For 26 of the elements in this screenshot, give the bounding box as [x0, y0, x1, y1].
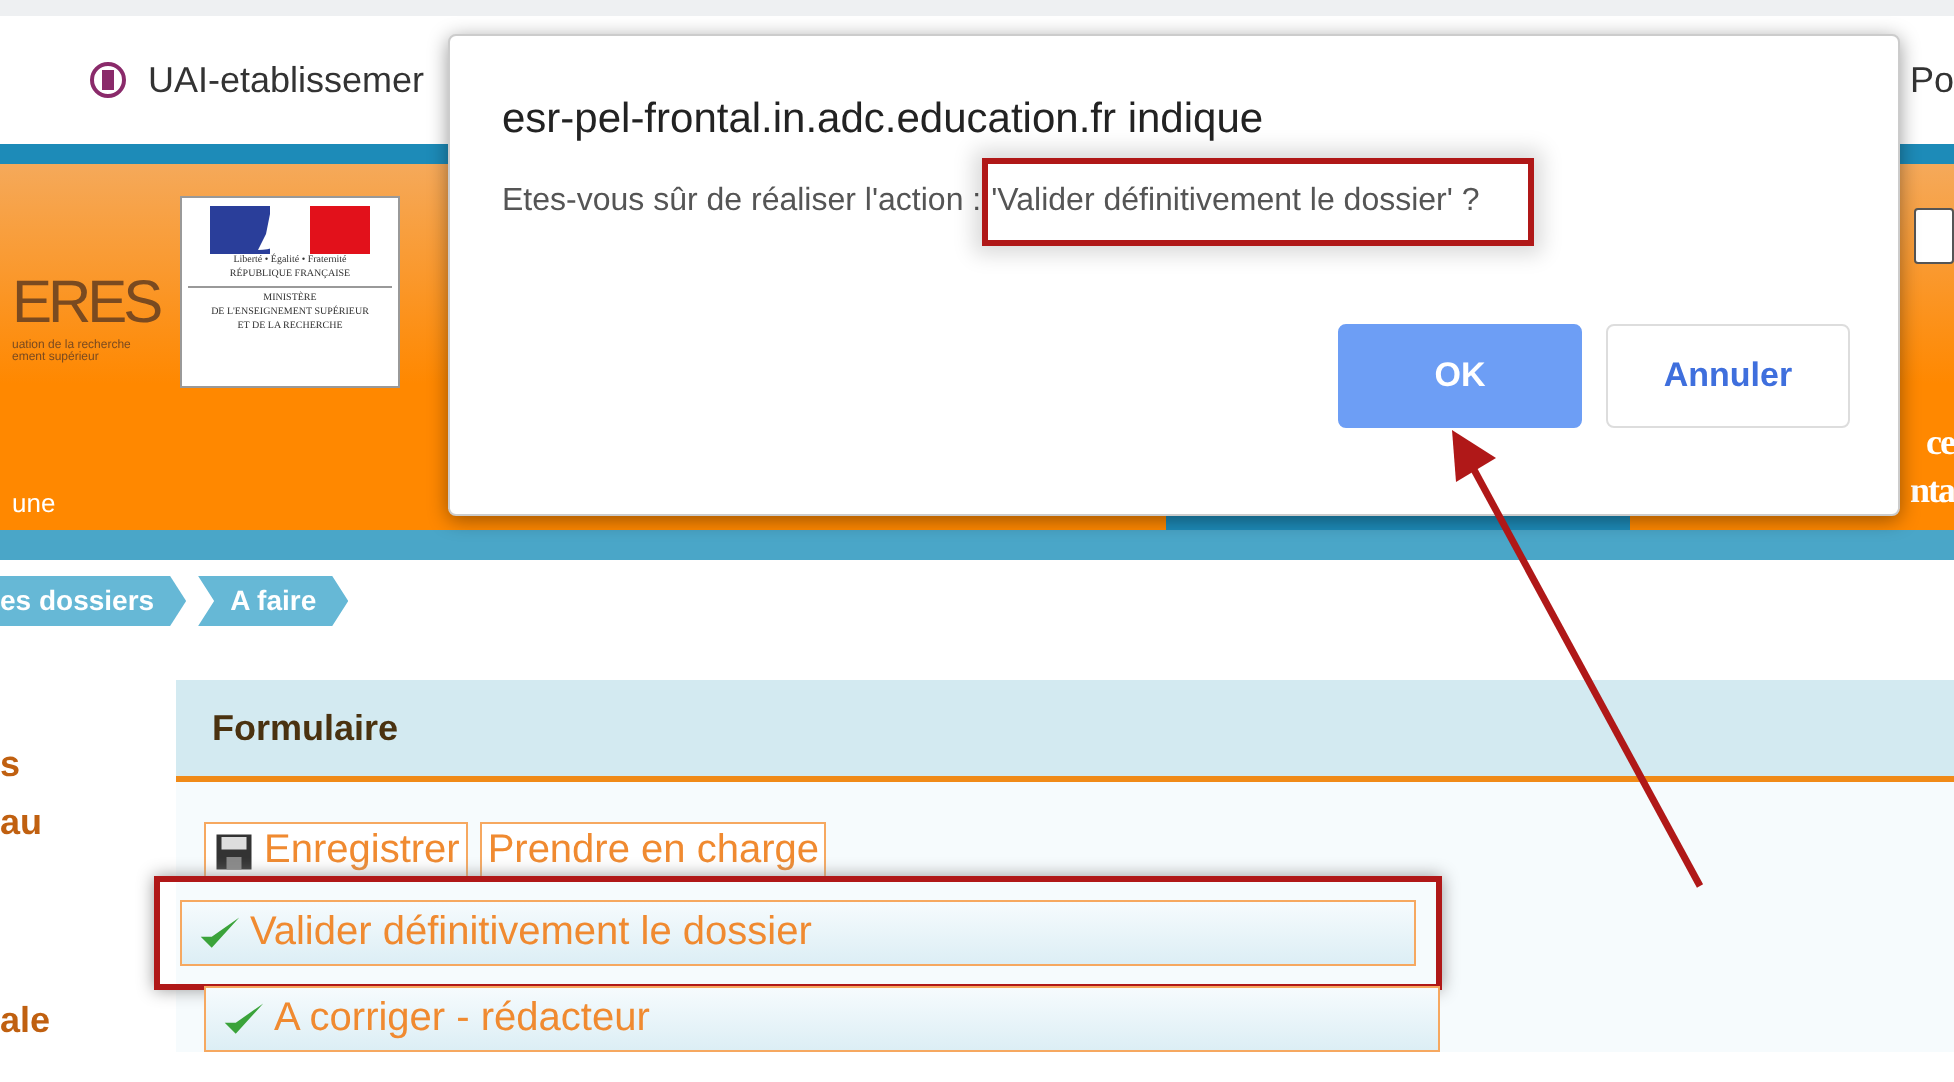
emblem-icon — [88, 60, 128, 100]
tab-title[interactable]: UAI-etablissemer — [148, 59, 425, 101]
workflow-action-button[interactable]: Valider définitivement le dossier — [180, 900, 1416, 966]
banner-title: nta — [1909, 468, 1954, 514]
checkmark-icon — [198, 913, 242, 953]
dialog-button[interactable]: Annuler — [1606, 324, 1850, 428]
banner-caption: une — [12, 488, 58, 518]
checkmark-icon — [222, 999, 266, 1039]
dialog-button[interactable]: OK — [1338, 324, 1582, 428]
save-icon — [212, 831, 256, 871]
sidebar-item[interactable]: s — [0, 744, 21, 786]
dialog-title: esr-pel-frontal.in.adc.education.fr indique — [502, 96, 1266, 144]
action-button[interactable]: Enregistrer — [204, 822, 468, 880]
banner-title: ce — [1926, 420, 1954, 466]
workflow-action-button[interactable]: A corriger - rédacteur — [204, 986, 1440, 1052]
dialog-message: Etes-vous sûr de réaliser l'action : — [502, 184, 982, 220]
breadcrumb[interactable]: es dossiers — [0, 576, 187, 626]
site-logo-text: ERES — [12, 268, 163, 339]
tab-title[interactable]: Po — [1909, 59, 1954, 101]
breadcrumb[interactable]: A faire — [198, 576, 349, 626]
sidebar-item[interactable]: ale — [0, 1000, 51, 1042]
action-button[interactable]: Prendre en charge — [479, 822, 827, 880]
search-field[interactable] — [1914, 208, 1954, 264]
sidebar-item[interactable]: au — [0, 802, 43, 844]
dialog-message-quote: 'Valider définitivement le dossier' ? — [991, 184, 1480, 218]
panel-title: Formulaire — [212, 707, 399, 749]
